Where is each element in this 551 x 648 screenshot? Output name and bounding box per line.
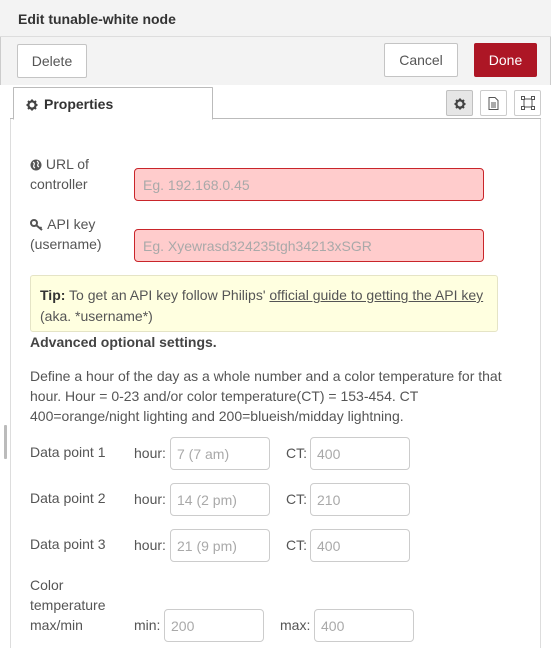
- apikey-input[interactable]: [134, 229, 484, 262]
- data-point-3-ct-label: CT:: [286, 537, 307, 553]
- key-icon: [30, 216, 47, 232]
- tab-icon-group: [446, 90, 541, 116]
- description-icon: [488, 95, 499, 111]
- tray-title: Edit tunable-white node: [18, 11, 176, 27]
- appearance-icon: [520, 95, 535, 111]
- panel-right-border: [540, 119, 541, 648]
- tip-box: Tip: To get an API key follow Philips' o…: [30, 275, 498, 332]
- url-label-line1: URL of: [45, 156, 89, 172]
- url-label-line2: controller: [30, 176, 88, 192]
- color-temp-label: Color temperature max/min: [30, 575, 105, 635]
- tip-bold: Tip:: [40, 287, 66, 303]
- data-point-2-ct-input[interactable]: [310, 483, 410, 516]
- color-temp-max-input[interactable]: [314, 609, 414, 642]
- advanced-settings-heading: Advanced optional settings.: [30, 334, 217, 350]
- description-tab-button[interactable]: [480, 90, 507, 116]
- data-point-1-ct-input[interactable]: [310, 437, 410, 470]
- panel-left-border: [10, 119, 11, 648]
- data-point-3-ct-input[interactable]: [310, 529, 410, 562]
- apikey-label-line2: (username): [30, 236, 102, 252]
- settings-tab-button[interactable]: [446, 90, 473, 116]
- data-point-2-ct-label: CT:: [286, 491, 307, 507]
- data-point-3-hour-label: hour:: [134, 537, 166, 553]
- data-point-3-label: Data point 3: [30, 536, 106, 552]
- data-point-2-hour-input[interactable]: [170, 483, 270, 516]
- cancel-button[interactable]: Cancel: [384, 43, 458, 77]
- url-input[interactable]: [134, 168, 484, 201]
- tray-header: Edit tunable-white node: [0, 0, 551, 37]
- api-guide-link[interactable]: official guide to getting the API key: [269, 287, 483, 303]
- appearance-tab-button[interactable]: [514, 90, 541, 116]
- tab-properties-label: Properties: [44, 96, 114, 112]
- color-temp-min-input[interactable]: [164, 609, 264, 642]
- tip-text-after: (aka. *username*): [40, 308, 153, 324]
- data-point-1-hour-label: hour:: [134, 445, 166, 461]
- tray-toolbar: Delete Cancel Done: [0, 37, 551, 85]
- done-button[interactable]: Done: [474, 43, 537, 77]
- url-label: URL of controller: [30, 154, 89, 194]
- data-point-1-hour-input[interactable]: [170, 437, 270, 470]
- advanced-settings-description: Define a hour of the day as a whole numb…: [30, 368, 502, 424]
- color-temp-label-line3: max/min: [30, 617, 83, 633]
- resize-handle[interactable]: [4, 425, 7, 459]
- tab-properties[interactable]: Properties: [13, 87, 213, 120]
- gear-icon: [454, 95, 466, 111]
- color-temp-max-label: max:: [280, 617, 311, 633]
- globe-icon: [30, 156, 46, 172]
- delete-button[interactable]: Delete: [17, 44, 87, 78]
- data-point-1-label: Data point 1: [30, 444, 106, 460]
- apikey-label: API key (username): [30, 214, 102, 254]
- color-temp-label-line2: temperature: [30, 597, 106, 613]
- data-point-3-hour-input[interactable]: [170, 529, 270, 562]
- apikey-label-line1: API key: [47, 216, 96, 232]
- tip-text-before: To get an API key follow Philips': [65, 287, 270, 303]
- gear-icon: [26, 96, 38, 112]
- data-point-1-ct-label: CT:: [286, 445, 307, 461]
- data-point-2-label: Data point 2: [30, 490, 106, 506]
- color-temp-min-label: min:: [134, 617, 161, 633]
- tab-bar: Properties: [10, 85, 541, 120]
- data-point-2-hour-label: hour:: [134, 491, 166, 507]
- color-temp-label-line1: Color: [30, 577, 64, 593]
